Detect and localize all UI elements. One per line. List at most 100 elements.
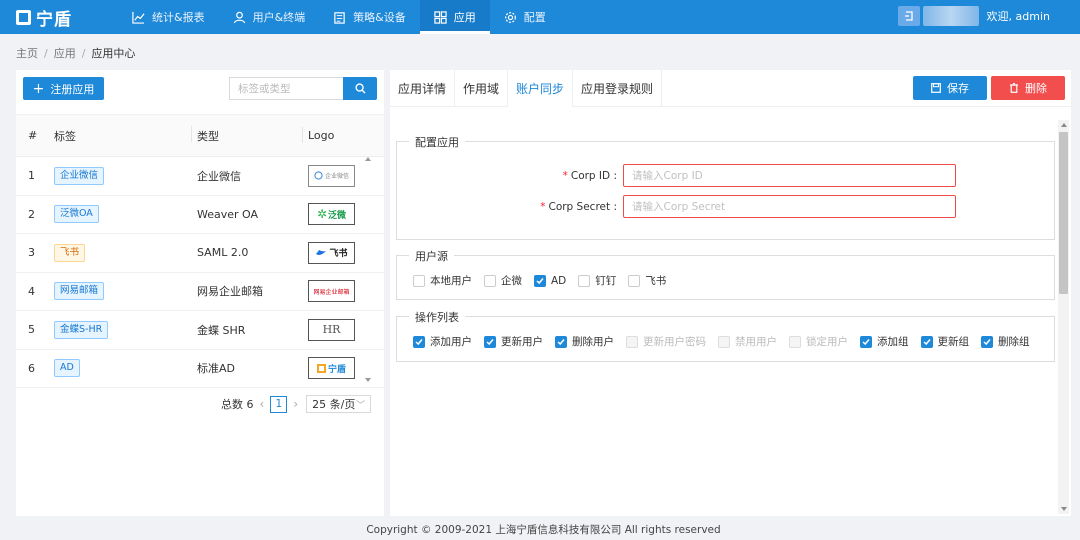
user-area: 欢迎, admin [897, 6, 1050, 26]
nav-label: 用户&终端 [252, 11, 306, 24]
logout-button[interactable] [897, 6, 920, 26]
pagination: 总数 6 ‹ 1 › 25 条/页 ﹀ [221, 395, 372, 413]
corp-id-label: Corp ID : [570, 169, 617, 182]
prev-page-icon[interactable]: ‹ [260, 397, 265, 411]
brand-logo[interactable]: 宁盾 [16, 5, 100, 30]
app-type: 标准AD [197, 362, 235, 376]
corp-secret-input[interactable] [623, 195, 956, 218]
checkmark-icon [860, 335, 872, 348]
nav-item-users[interactable]: 用户&终端 [219, 0, 320, 34]
table-row[interactable]: 3 飞书 SAML 2.0 飞书 [16, 234, 384, 273]
scroll-down-icon[interactable] [365, 378, 371, 382]
row-no: 2 [28, 207, 35, 221]
register-app-button[interactable]: + 注册应用 [23, 77, 104, 100]
logo-text: 飞书 [329, 249, 348, 260]
kingdee-shr-logo: HR [308, 318, 355, 341]
source-checkbox-wecom[interactable]: 企微 [484, 273, 522, 288]
trash-icon [1010, 83, 1018, 93]
user-icon [233, 11, 245, 23]
table-row[interactable]: 4 网易邮箱 网易企业邮箱 网易企业邮箱 [16, 273, 384, 311]
scroll-down-icon[interactable] [1061, 507, 1067, 511]
page-size-value: 25 条/页 [312, 398, 356, 411]
tab-account-sync[interactable]: 账户同步 [508, 70, 574, 107]
checkbox-label: 飞书 [645, 275, 667, 287]
app-type: 金蝶 SHR [197, 323, 246, 337]
nav-item-apps[interactable]: 应用 [419, 0, 490, 34]
table-row[interactable]: 6 AD 标准AD 宁盾 [16, 350, 384, 388]
tab-login-rules[interactable]: 应用登录规则 [573, 70, 663, 107]
app-type: SAML 2.0 [197, 246, 249, 260]
checkmark-icon [484, 335, 496, 348]
source-checkbox-feishu[interactable]: 飞书 [628, 273, 666, 288]
app-tag: 金蝶S-HR [54, 320, 109, 339]
checkmark-icon [555, 335, 567, 348]
save-button[interactable]: 保存 [913, 76, 987, 100]
logo-text: 宁盾 [327, 364, 346, 375]
tab-app-details[interactable]: 应用详情 [390, 70, 456, 107]
corp-id-label-wrap: * Corp ID : [507, 170, 617, 182]
operations-section: 操作列表 添加用户 更新用户 删除用户 更新用户密码 禁用用户 锁定用户 添加组… [396, 309, 1055, 362]
feishu-logo: 飞书 [308, 241, 355, 264]
weaver-mark-icon: ✲ [316, 207, 328, 222]
wecom-logo: 企业微信 [308, 164, 355, 187]
checkbox-label: 锁定用户 [806, 336, 848, 348]
checkbox-label: 本地用户 [430, 275, 472, 287]
op-checkbox-update-user[interactable]: 更新用户 [484, 334, 543, 349]
blurred-user-avatar[interactable] [922, 6, 979, 26]
tab-scope[interactable]: 作用域 [455, 70, 509, 107]
table-row[interactable]: 2 泛微OA Weaver OA ✲ 泛微 [16, 196, 384, 234]
row-no: 4 [28, 284, 35, 298]
checkbox-label: 更新组 [937, 336, 970, 348]
checkbox-box [626, 335, 638, 348]
ningdun-mark-icon [316, 363, 326, 373]
delete-button[interactable]: 删除 [991, 76, 1065, 100]
op-checkbox-lock-user: 锁定用户 [789, 334, 848, 349]
source-checkbox-dingtalk[interactable]: 钉钉 [578, 273, 616, 288]
search-input[interactable] [229, 77, 343, 100]
op-checkbox-add-group[interactable]: 添加组 [860, 334, 909, 349]
table-row[interactable]: 1 企业微信 企业微信 企业微信 [16, 157, 384, 196]
user-source-options: 本地用户 企微 AD 钉钉 飞书 [413, 273, 678, 288]
op-checkbox-delete-user[interactable]: 删除用户 [555, 334, 614, 349]
netease-mail-logo: 网易企业邮箱 [308, 280, 355, 303]
page-number[interactable]: 1 [270, 395, 288, 413]
corp-id-input[interactable] [623, 164, 956, 187]
brand-name: 宁盾 [36, 9, 72, 30]
col-header-logo: Logo [302, 127, 364, 143]
checkbox-label: 删除用户 [572, 336, 614, 348]
scrollbar-thumb[interactable] [1059, 132, 1068, 294]
source-checkbox-ad[interactable]: AD [534, 274, 566, 287]
next-page-icon[interactable]: › [293, 397, 298, 411]
source-checkbox-local[interactable]: 本地用户 [413, 273, 472, 288]
breadcrumb-home[interactable]: 主页 [16, 47, 38, 60]
breadcrumb-separator: / [81, 47, 86, 60]
checkbox-label: 添加用户 [430, 336, 472, 348]
app-tag: 泛微OA [54, 205, 99, 224]
top-nav-bar: 宁盾 统计&报表 用户&终端 策略&设备 应用 配置 欢迎, admin [0, 0, 1080, 34]
op-checkbox-delete-group[interactable]: 删除组 [981, 334, 1030, 349]
app-type: Weaver OA [197, 207, 259, 221]
nav-item-stats[interactable]: 统计&报表 [118, 0, 219, 34]
corp-id-row: * Corp ID : [507, 164, 956, 187]
nav-item-policy[interactable]: 策略&设备 [319, 0, 420, 34]
detail-scrollbar[interactable] [1058, 120, 1069, 514]
search-button[interactable] [343, 77, 377, 100]
breadcrumb-apps[interactable]: 应用 [54, 47, 76, 60]
table-scrollbar[interactable] [363, 115, 373, 385]
operation-options: 添加用户 更新用户 删除用户 更新用户密码 禁用用户 锁定用户 添加组 更新组 … [413, 334, 1042, 349]
required-mark: * [562, 169, 568, 182]
scroll-up-icon[interactable] [365, 157, 371, 161]
corp-secret-label-wrap: * Corp Secret : [507, 201, 617, 213]
nav-item-config[interactable]: 配置 [490, 0, 560, 34]
table-row[interactable]: 5 金蝶S-HR 金蝶 SHR HR [16, 311, 384, 350]
op-checkbox-update-group[interactable]: 更新组 [920, 334, 970, 349]
op-checkbox-add-user[interactable]: 添加用户 [413, 334, 472, 349]
register-app-label: 注册应用 [50, 82, 95, 96]
save-label: 保存 [947, 82, 969, 95]
nav-label: 策略&设备 [353, 11, 406, 24]
scroll-up-icon[interactable] [1061, 123, 1067, 127]
checkbox-label: 钉钉 [595, 275, 617, 287]
weaver-logo: ✲ 泛微 [308, 203, 355, 226]
app-tag: AD [54, 359, 80, 378]
page-size-select[interactable]: 25 条/页 ﹀ [306, 395, 372, 413]
